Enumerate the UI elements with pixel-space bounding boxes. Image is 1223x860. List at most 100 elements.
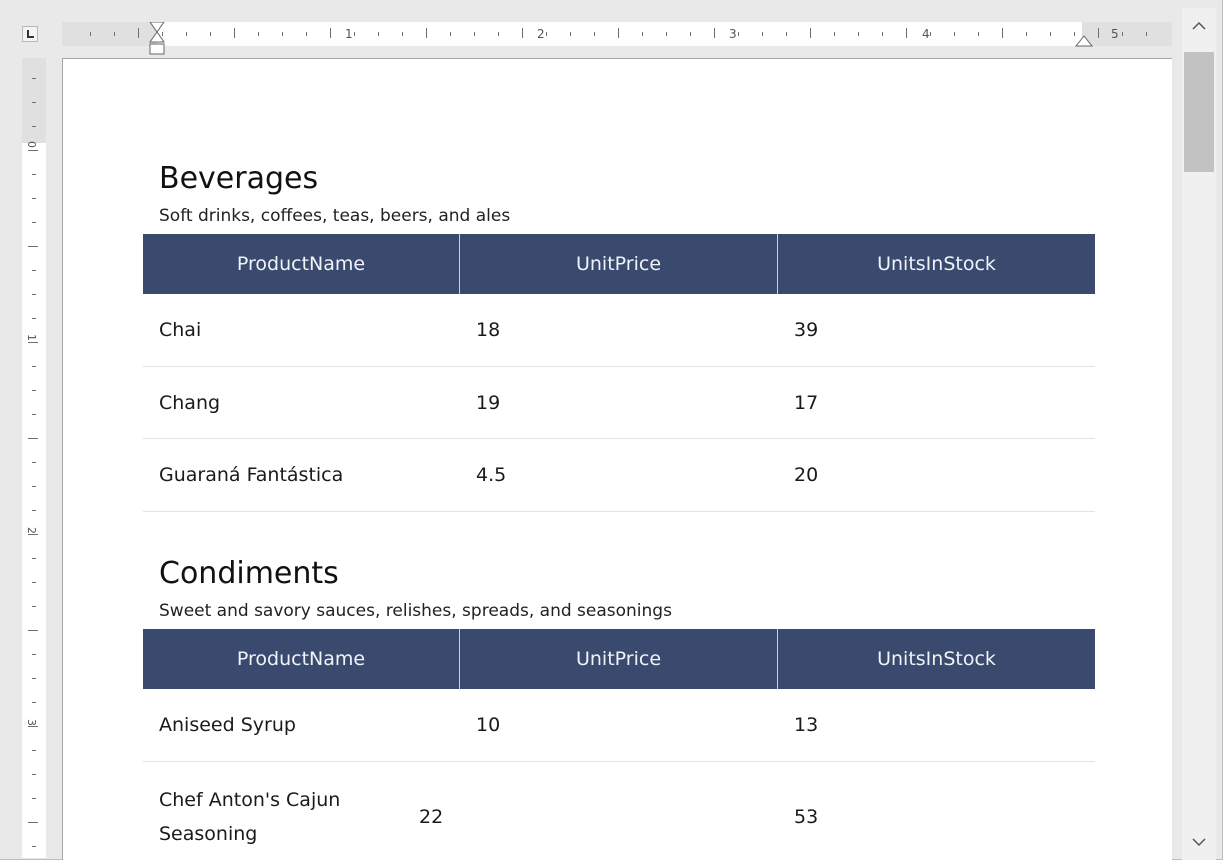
ruler-tick (32, 606, 36, 607)
ruler-tick (210, 32, 211, 36)
table-row[interactable]: Chang 19 17 (143, 367, 1095, 439)
ruler-tick (618, 28, 619, 38)
unit-price-cell: 4.5 (476, 464, 507, 486)
ruler-tick (90, 32, 91, 36)
ruler-tick (32, 510, 36, 511)
ruler-tick (28, 438, 38, 439)
category-title: Beverages (159, 161, 319, 196)
ruler-number: 1 (25, 334, 38, 341)
units-in-stock-cell: 53 (794, 805, 819, 828)
ruler-tick (186, 32, 187, 36)
table-row[interactable]: Guaraná Fantástica 4.5 20 (143, 439, 1095, 512)
chevron-up-icon[interactable] (1182, 8, 1216, 44)
ruler-tick (642, 32, 643, 36)
ruler-tick (32, 798, 36, 799)
ruler-tick (32, 390, 36, 391)
ruler-tick (858, 32, 859, 36)
horizontal-ruler[interactable]: 1 2 3 4 5 (62, 22, 1172, 55)
column-header: UnitsInStock (877, 648, 996, 670)
scrollbar-thumb[interactable] (1184, 52, 1214, 172)
ruler-number: 2 (537, 27, 545, 41)
ruler-tick (28, 630, 38, 631)
ruler-tick (930, 32, 931, 36)
ruler-number: 3 (25, 719, 38, 726)
ruler-tick (1002, 28, 1003, 38)
tab-selector-button[interactable] (22, 26, 38, 42)
ruler-tick (28, 342, 38, 343)
column-header: ProductName (143, 234, 460, 294)
ruler-tick (1050, 32, 1051, 36)
units-in-stock-cell: 20 (794, 464, 819, 486)
ruler-tick (906, 28, 907, 38)
category-description: Soft drinks, coffees, teas, beers, and a… (159, 206, 511, 226)
ruler-tick (32, 750, 36, 751)
unit-price-cell: 19 (476, 391, 501, 414)
ruler-tick (32, 486, 36, 487)
column-header: UnitPrice (460, 234, 778, 294)
ruler-tick (954, 32, 955, 36)
product-name-cell: Aniseed Syrup (159, 714, 296, 736)
ruler-tick (426, 28, 427, 38)
table-header: ProductName UnitPrice UnitsInStock (143, 629, 1095, 689)
ruler-tick (32, 294, 36, 295)
column-header: UnitPrice (460, 629, 778, 689)
ruler-tick (1098, 28, 1099, 38)
ruler-tick (32, 678, 36, 679)
category-title: Condiments (159, 556, 339, 591)
table-row[interactable]: Aniseed Syrup 10 13 (143, 689, 1095, 762)
category-description: Sweet and savory sauces, relishes, sprea… (159, 601, 672, 621)
ruler-tick (114, 32, 115, 36)
ruler-tick (32, 654, 36, 655)
ruler-tick (234, 28, 235, 38)
ruler-tick (786, 32, 787, 36)
products-table: ProductName UnitPrice UnitsInStock Anise… (143, 629, 1095, 860)
product-name-cell: Guaraná Fantástica (159, 464, 344, 486)
document-editor: 1 2 3 4 5 0 1 2 3 Beverages Soft drinks,… (0, 0, 1223, 860)
ruler-tick (354, 32, 355, 36)
ruler-tick (32, 702, 36, 703)
right-indent-marker-icon[interactable] (1074, 32, 1094, 48)
ruler-tick (32, 318, 36, 319)
vertical-ruler[interactable]: 0 1 2 3 (22, 58, 46, 858)
tab-stop-icon-base (27, 36, 34, 38)
ruler-tick (32, 558, 36, 559)
ruler-number: 5 (1111, 27, 1119, 41)
unit-price-cell: 18 (476, 319, 501, 341)
indent-marker-icon[interactable] (147, 22, 169, 58)
unit-price-cell: 10 (476, 714, 501, 736)
ruler-tick (450, 32, 451, 36)
ruler-tick (882, 32, 883, 36)
products-table: ProductName UnitPrice UnitsInStock Chai … (143, 234, 1095, 512)
ruler-tick (762, 32, 763, 36)
ruler-tick (594, 32, 595, 36)
ruler-tick (330, 28, 331, 38)
units-in-stock-cell: 13 (794, 714, 819, 736)
ruler-number: 3 (729, 27, 737, 41)
ruler-number: 0 (25, 141, 38, 148)
ruler-tick (666, 32, 667, 36)
ruler-tick (834, 32, 835, 36)
ruler-tick (1146, 32, 1147, 36)
table-row[interactable]: Chef Anton's Cajun Seasoning 22 53 (143, 762, 1095, 860)
chevron-down-icon[interactable] (1182, 824, 1216, 860)
ruler-tick (282, 32, 283, 36)
ruler-tick (546, 32, 547, 36)
ruler-tick (498, 32, 499, 36)
ruler-tick (32, 198, 36, 199)
ruler-tick (32, 174, 36, 175)
ruler-tick (1026, 32, 1027, 36)
document-page[interactable]: Beverages Soft drinks, coffees, teas, be… (62, 58, 1172, 860)
ruler-tick (32, 846, 36, 847)
table-row[interactable]: Chai 18 39 (143, 294, 1095, 367)
column-header: UnitsInStock (877, 253, 996, 275)
product-name-cell: Chai (159, 319, 202, 341)
vertical-scrollbar[interactable] (1182, 8, 1216, 860)
ruler-tick (28, 534, 38, 535)
table-header: ProductName UnitPrice UnitsInStock (143, 234, 1095, 294)
ruler-tick (32, 774, 36, 775)
ruler-tick (32, 582, 36, 583)
ruler-tick (32, 270, 36, 271)
ruler-margin-area (22, 58, 46, 143)
ruler-tick (32, 78, 36, 79)
ruler-tick (378, 32, 379, 36)
